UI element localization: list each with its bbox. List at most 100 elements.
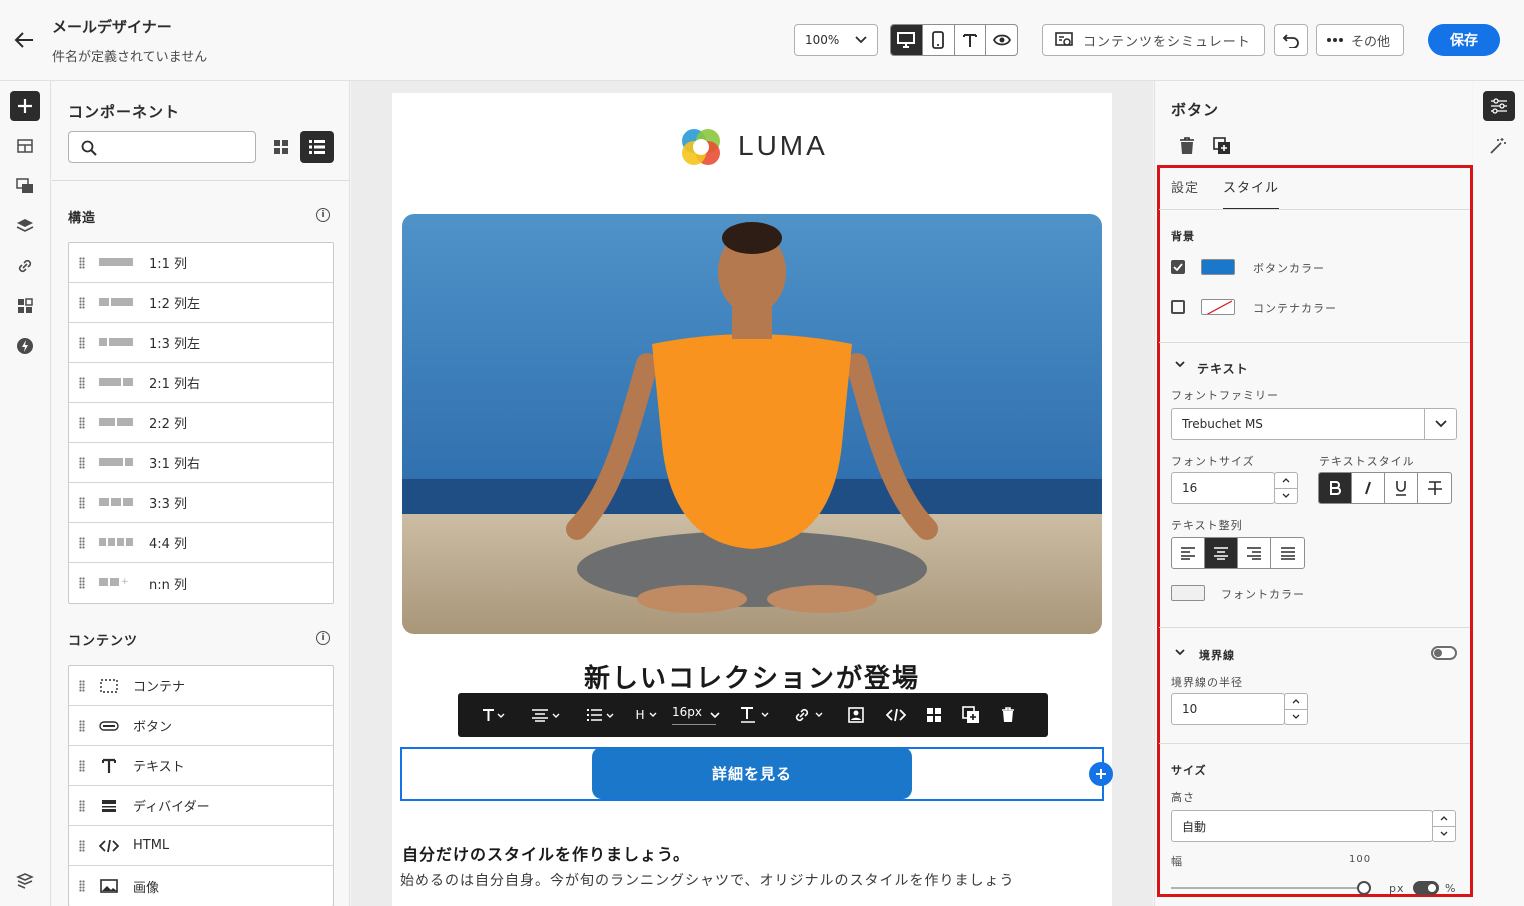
save-button[interactable]: 保存 (1428, 24, 1500, 56)
border-section-toggle[interactable] (1175, 649, 1185, 656)
preview-button[interactable] (986, 25, 1017, 55)
drag-handle-icon[interactable] (79, 719, 85, 732)
component-search-input[interactable] (68, 131, 256, 163)
tab-style[interactable]: スタイル (1223, 177, 1279, 196)
bold-button[interactable] (1319, 473, 1352, 503)
delete-button[interactable] (990, 693, 1026, 737)
properties-rail-button[interactable] (1483, 91, 1515, 121)
structure-info-icon[interactable]: i (316, 208, 330, 222)
personalization-button[interactable] (10, 291, 40, 321)
duplicate-component-button[interactable] (1213, 137, 1231, 155)
structure-item[interactable]: 2:1 列右 (69, 363, 333, 403)
duplicate-button[interactable] (952, 693, 990, 737)
font-color-swatch[interactable] (1171, 585, 1205, 601)
font-size-stepper[interactable] (1274, 472, 1298, 504)
source-code-button[interactable] (876, 693, 916, 737)
content-item-html[interactable]: HTML (69, 826, 333, 866)
simulate-content-button[interactable]: コンテンツをシミュレート (1042, 24, 1265, 56)
dynamic-content-button[interactable] (10, 331, 40, 361)
more-button[interactable]: その他 (1316, 24, 1404, 56)
drag-handle-icon[interactable] (79, 536, 85, 549)
width-slider-track[interactable] (1171, 887, 1357, 889)
drag-handle-icon[interactable] (79, 336, 85, 349)
structure-item[interactable]: 1:1 列 (69, 243, 333, 283)
font-size-input[interactable]: 16 (1171, 472, 1275, 504)
drag-handle-icon[interactable] (79, 456, 85, 469)
button-color-swatch[interactable] (1201, 259, 1235, 275)
hero-image[interactable] (402, 214, 1102, 634)
drag-handle-icon[interactable] (79, 759, 85, 772)
drag-handle-icon[interactable] (79, 416, 85, 429)
height-input[interactable]: 自動 (1171, 810, 1433, 842)
text-type-button[interactable] (470, 693, 518, 737)
width-unit-toggle[interactable] (1413, 881, 1439, 895)
add-block-button[interactable] (1089, 762, 1113, 786)
align-button[interactable] (518, 693, 574, 737)
structure-item[interactable]: 4:4 列 (69, 523, 333, 563)
align-justify-button[interactable] (1271, 538, 1304, 568)
desktop-view-button[interactable] (891, 25, 923, 55)
mobile-view-button[interactable] (923, 25, 955, 55)
list-button[interactable] (574, 693, 628, 737)
content-info-icon[interactable]: i (316, 631, 330, 645)
height-stepper[interactable] (1432, 810, 1456, 842)
font-size-select[interactable]: 16px (664, 693, 728, 737)
drag-handle-icon[interactable] (79, 577, 85, 589)
drag-handle-icon[interactable] (79, 496, 85, 509)
fragment-button[interactable] (916, 693, 952, 737)
content-item-text[interactable]: テキスト (69, 746, 333, 786)
email-body-text[interactable]: 始めるのは自分自身。今が旬のランニングシャツで、オリジナルのスタイルを作りましょ… (400, 870, 1014, 890)
content-item-image[interactable]: 画像 (69, 866, 333, 906)
tab-settings[interactable]: 設定 (1171, 177, 1199, 196)
structure-item[interactable]: 3:3 列 (69, 483, 333, 523)
border-toggle[interactable] (1431, 646, 1457, 660)
grid-view-button[interactable] (267, 131, 295, 163)
fragments-button[interactable] (10, 131, 40, 161)
structure-item[interactable]: 1:3 列左 (69, 323, 333, 363)
structure-item[interactable]: 1:2 列左 (69, 283, 333, 323)
email-subheading[interactable]: 自分だけのスタイルを作りましょう。 (402, 841, 690, 865)
drag-handle-icon[interactable] (79, 880, 85, 892)
container-color-swatch[interactable] (1201, 299, 1235, 315)
font-family-select[interactable]: Trebuchet MS (1171, 408, 1457, 440)
back-arrow-icon[interactable] (13, 30, 37, 50)
personalize-button[interactable] (836, 693, 876, 737)
structure-item[interactable]: 2:2 列 (69, 403, 333, 443)
cta-button[interactable]: 詳細を見る (592, 747, 912, 799)
zoom-select[interactable]: 100% (794, 24, 878, 56)
align-left-button[interactable] (1172, 538, 1205, 568)
width-slider-handle[interactable] (1357, 881, 1371, 895)
structure-item[interactable]: + n:n 列 (69, 563, 333, 603)
content-item-container[interactable]: コンテナ (69, 666, 333, 706)
align-center-button[interactable] (1205, 538, 1238, 568)
link-button[interactable] (782, 693, 836, 737)
content-item-divider[interactable]: ディバイダー (69, 786, 333, 826)
magic-wand-button[interactable] (1489, 137, 1507, 155)
undo-button[interactable] (1274, 24, 1308, 56)
drag-handle-icon[interactable] (79, 296, 85, 309)
border-radius-stepper[interactable] (1284, 693, 1308, 725)
drag-handle-icon[interactable] (79, 839, 85, 852)
settings-rail-button[interactable] (10, 866, 40, 896)
container-color-checkbox[interactable] (1171, 300, 1185, 314)
border-radius-input[interactable]: 10 (1171, 693, 1285, 725)
email-heading[interactable]: 新しいコレクションが登場 (392, 658, 1112, 695)
layers-button[interactable] (10, 211, 40, 241)
content-item-button[interactable]: ボタン (69, 706, 333, 746)
italic-button[interactable] (1352, 473, 1385, 503)
text-color-button[interactable] (728, 693, 782, 737)
align-right-button[interactable] (1238, 538, 1271, 568)
button-color-checkbox[interactable] (1171, 260, 1185, 274)
text-view-button[interactable] (955, 25, 987, 55)
heading-button[interactable]: H (628, 693, 664, 737)
drag-handle-icon[interactable] (79, 679, 85, 692)
delete-component-button[interactable] (1179, 137, 1195, 155)
assets-button[interactable] (10, 171, 40, 201)
add-components-button[interactable] (10, 91, 40, 121)
drag-handle-icon[interactable] (79, 256, 85, 269)
luma-logo[interactable]: LUMA (678, 123, 828, 169)
structure-item[interactable]: 3:1 列右 (69, 443, 333, 483)
links-button[interactable] (10, 251, 40, 281)
strikethrough-button[interactable] (1418, 473, 1451, 503)
list-view-button[interactable] (300, 131, 334, 163)
